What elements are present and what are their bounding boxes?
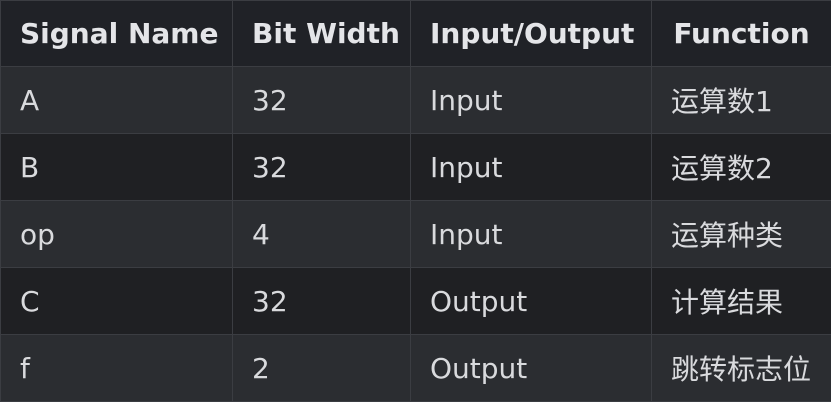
- header-row: Signal Name Bit Width Input/Output Funct…: [1, 1, 831, 67]
- cell-signal: A: [1, 67, 233, 134]
- cell-function: 跳转标志位: [652, 335, 831, 402]
- cell-io: Input: [411, 67, 652, 134]
- cell-io: Output: [411, 268, 652, 335]
- cell-bit-width: 4: [233, 201, 411, 268]
- cell-function: 运算数1: [652, 67, 831, 134]
- table-row: C 32 Output 计算结果: [1, 268, 831, 335]
- cell-bit-width: 32: [233, 67, 411, 134]
- cell-signal: f: [1, 335, 233, 402]
- table-header: Signal Name Bit Width Input/Output Funct…: [1, 1, 831, 67]
- cell-bit-width: 32: [233, 268, 411, 335]
- cell-io: Input: [411, 201, 652, 268]
- cell-bit-width: 2: [233, 335, 411, 402]
- signal-table: Signal Name Bit Width Input/Output Funct…: [0, 0, 831, 402]
- cell-signal: op: [1, 201, 233, 268]
- cell-io: Output: [411, 335, 652, 402]
- cell-signal: B: [1, 134, 233, 201]
- cell-function: 运算种类: [652, 201, 831, 268]
- cell-signal: C: [1, 268, 233, 335]
- table-row: A 32 Input 运算数1: [1, 67, 831, 134]
- table-row: op 4 Input 运算种类: [1, 201, 831, 268]
- header-function: Function: [652, 1, 831, 67]
- header-bit-width: Bit Width: [233, 1, 411, 67]
- header-input-output: Input/Output: [411, 1, 652, 67]
- table-body: A 32 Input 运算数1 B 32 Input 运算数2 op 4 Inp…: [1, 67, 831, 402]
- table-row: B 32 Input 运算数2: [1, 134, 831, 201]
- cell-io: Input: [411, 134, 652, 201]
- table-row: f 2 Output 跳转标志位: [1, 335, 831, 402]
- header-signal-name: Signal Name: [1, 1, 233, 67]
- cell-function: 运算数2: [652, 134, 831, 201]
- cell-bit-width: 32: [233, 134, 411, 201]
- cell-function: 计算结果: [652, 268, 831, 335]
